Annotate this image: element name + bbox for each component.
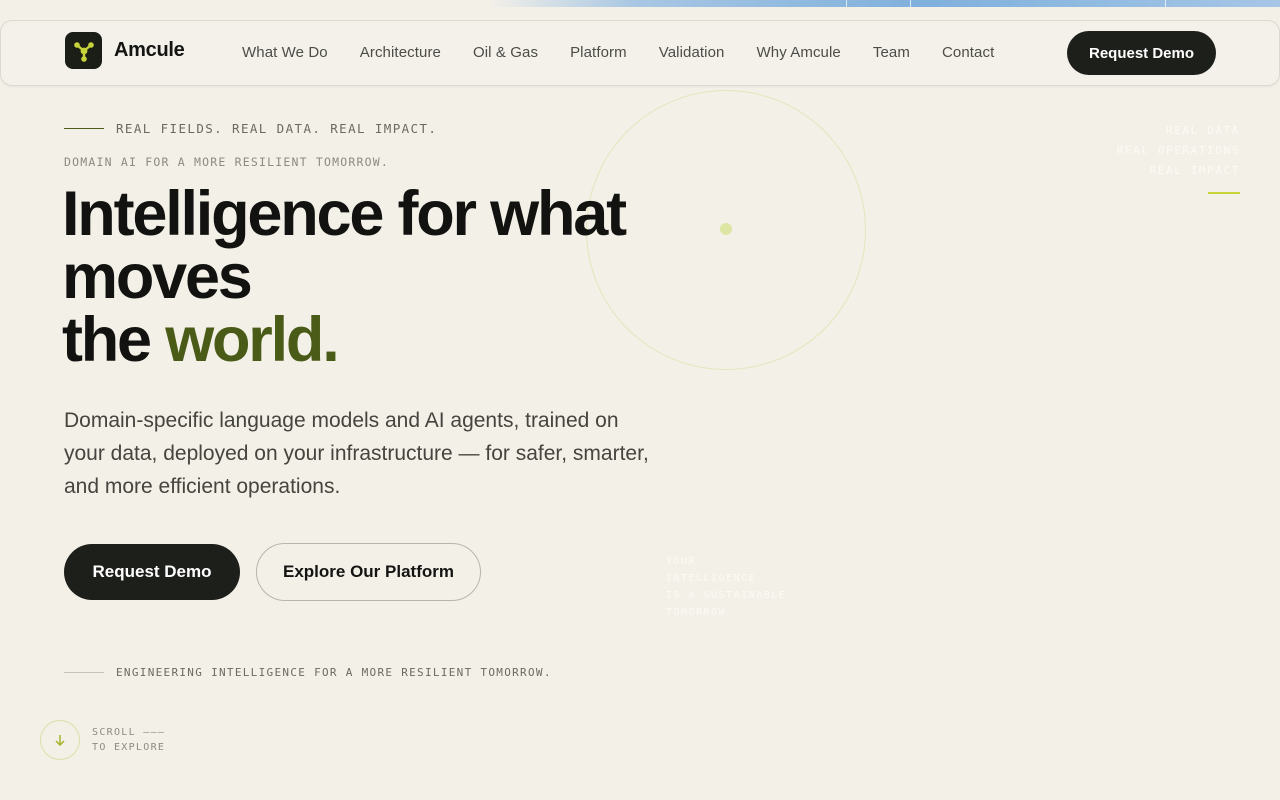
scroll-text: SCROLL ——— TO EXPLORE <box>92 725 165 755</box>
nav-item-architecture[interactable]: Architecture <box>360 44 441 61</box>
decor-right-line: REAL DATA <box>1165 124 1240 137</box>
explore-platform-button[interactable]: Explore Our Platform <box>256 543 481 601</box>
scroll-line-1: SCROLL ——— <box>92 727 166 738</box>
decor-right-text: REAL DATA REAL OPERATIONS REAL IMPACT <box>1117 121 1240 201</box>
tagline-rule <box>64 672 104 673</box>
hero-subeyebrow: DOMAIN AI FOR A MORE RESILIENT TOMORROW. <box>64 155 389 169</box>
nav-item-validation[interactable]: Validation <box>659 44 725 61</box>
main-menu: What We Do Architecture Oil & Gas Platfo… <box>242 44 994 61</box>
eyebrow-rule <box>64 128 104 129</box>
decor-mid-text: YOUR INTELLIGENCE IS A SUSTAINABLE TOMOR… <box>666 553 786 621</box>
arrow-down-icon[interactable] <box>40 720 80 760</box>
navbar: Amcule What We Do Architecture Oil & Gas… <box>0 20 1280 86</box>
decor-mid-line: TOMORROW <box>666 607 727 618</box>
orbit-dot <box>720 223 732 235</box>
scroll-line-2: TO EXPLORE <box>92 742 166 753</box>
nav-item-oil-gas[interactable]: Oil & Gas <box>473 44 538 61</box>
nav-request-demo-button[interactable]: Request Demo <box>1067 31 1216 75</box>
hero-tagline: ENGINEERING INTELLIGENCE FOR A MORE RESI… <box>64 666 552 679</box>
nav-item-why-amcule[interactable]: Why Amcule <box>757 44 841 61</box>
hero-lead-paragraph: Domain-specific language models and AI a… <box>64 409 649 498</box>
nav-item-contact[interactable]: Contact <box>942 44 994 61</box>
decor-right-line: REAL OPERATIONS <box>1116 144 1240 157</box>
eyebrow-text: REAL FIELDS. REAL DATA. REAL IMPACT. <box>116 121 438 136</box>
decor-mid-line: INTELLIGENCE <box>666 573 757 584</box>
decor-accent-bar <box>1208 192 1240 194</box>
headline-accent-word: world. <box>165 305 340 375</box>
decor-mid-line: IS A SUSTAINABLE <box>666 590 787 601</box>
decor-mid-line: YOUR <box>666 556 697 567</box>
nav-item-team[interactable]: Team <box>873 44 910 61</box>
hero-request-demo-button[interactable]: Request Demo <box>64 544 240 600</box>
hero-eyebrow: REAL FIELDS. REAL DATA. REAL IMPACT. <box>64 121 437 136</box>
nav-item-what-we-do[interactable]: What We Do <box>242 44 328 61</box>
brand-name: Amcule <box>114 39 185 61</box>
headline-line-2: moves <box>62 242 253 312</box>
scroll-indicator[interactable]: SCROLL ——— TO EXPLORE <box>40 720 165 760</box>
nav-item-platform[interactable]: Platform <box>570 44 627 61</box>
headline-line-3: the <box>62 305 166 375</box>
hero-headline: Intelligence for what moves the world. <box>62 183 682 372</box>
top-gradient-strip <box>490 0 1280 7</box>
molecule-icon <box>65 32 102 69</box>
brand[interactable]: Amcule <box>65 32 185 69</box>
headline-line-1: Intelligence for what <box>62 179 627 249</box>
tagline-text: ENGINEERING INTELLIGENCE FOR A MORE RESI… <box>116 666 552 679</box>
decor-right-line: REAL IMPACT <box>1149 164 1240 177</box>
